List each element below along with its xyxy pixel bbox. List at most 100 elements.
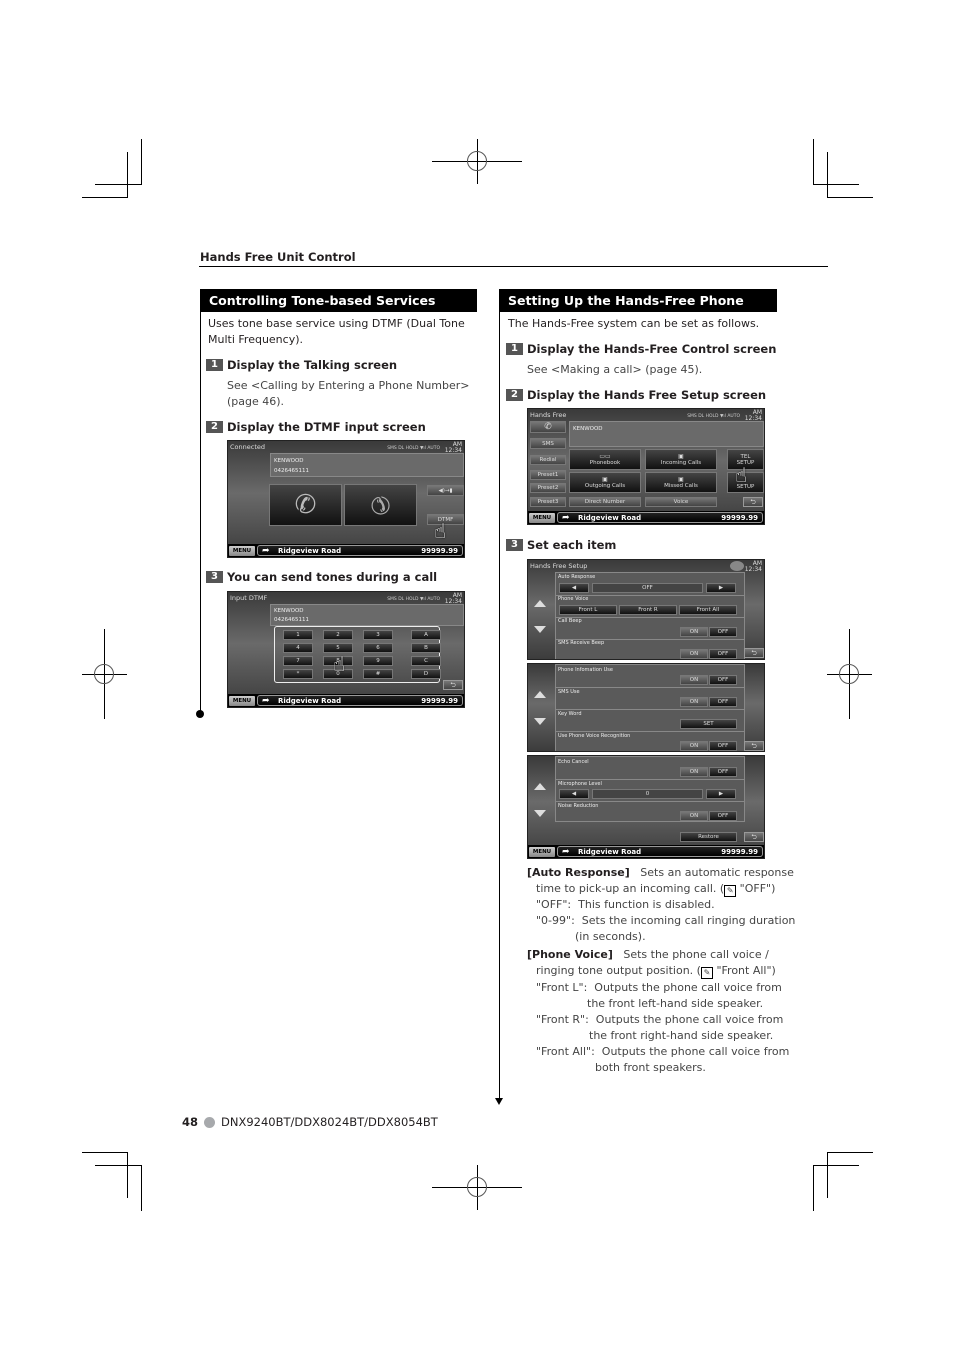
dtmf-key[interactable]: B [411, 643, 441, 653]
menu-button[interactable]: MENU [229, 696, 255, 706]
mic-level-label: Microphone Level [558, 781, 602, 787]
noise-reduction-on[interactable]: ON [680, 811, 708, 821]
scroll-down-icon[interactable] [534, 718, 546, 725]
wrench-icon: ✎ [724, 885, 737, 897]
sms-use-on[interactable]: ON [680, 697, 708, 707]
pointer-hand-icon: ☝ [333, 652, 346, 676]
scroll-up-icon[interactable] [534, 783, 546, 790]
direct-number-button[interactable]: Direct Number [569, 497, 641, 507]
key-word-set-button[interactable]: SET [680, 719, 737, 729]
voice-button[interactable]: Voice [645, 497, 717, 507]
nav-bar: MENU ➦ Ridgeview Road 99999.99 [228, 694, 464, 707]
step-number: 1 [206, 359, 223, 371]
nav-info[interactable]: ➦ Ridgeview Road 99999.99 [557, 512, 763, 523]
echo-cancel-off[interactable]: OFF [709, 767, 737, 777]
sms-use-label: SMS Use [558, 689, 580, 695]
preset2-button[interactable]: Preset2 [530, 483, 566, 493]
step-number: 3 [506, 539, 523, 551]
scroll-down-icon[interactable] [534, 810, 546, 817]
menu-button[interactable]: MENU [529, 847, 555, 857]
row-divider [556, 709, 744, 710]
call-button[interactable]: ✆ [530, 421, 566, 433]
menu-button[interactable]: MENU [529, 513, 555, 523]
mic-level-decrease-button[interactable]: ◀ [559, 789, 589, 799]
back-button[interactable]: ⮌ [743, 497, 763, 507]
dtmf-key[interactable]: A [411, 630, 441, 640]
dtmf-key[interactable]: * [283, 669, 313, 679]
phone-info-use-off[interactable]: OFF [709, 675, 737, 685]
dtmf-key[interactable]: C [411, 656, 441, 666]
back-button[interactable]: ⮌ [744, 832, 764, 842]
phone-voice-front-all[interactable]: Front All [679, 605, 737, 615]
dtmf-key[interactable]: 4 [283, 643, 313, 653]
step-label: Display the Talking screen [227, 358, 398, 372]
auto-response-increase-button[interactable]: ▶ [706, 583, 736, 593]
status-icons: SMS DL HOLD ▼ıl AUTO [687, 414, 740, 419]
dtmf-key[interactable]: 1 [283, 630, 313, 640]
step-label: Display the Hands Free Setup screen [527, 388, 767, 402]
dtmf-key[interactable]: 2 [323, 630, 353, 640]
step-label: Display the Hands-Free Control screen [527, 342, 777, 356]
voice-recognition-off[interactable]: OFF [709, 741, 737, 751]
scroll-down-icon[interactable] [534, 626, 546, 633]
back-button[interactable]: ⮌ [443, 680, 463, 690]
echo-cancel-on[interactable]: ON [680, 767, 708, 777]
term: [Auto Response] [527, 866, 630, 879]
auto-response-label: Auto Response [558, 574, 596, 580]
preset3-button[interactable]: Preset3 [530, 497, 566, 507]
nav-info[interactable]: ➦ Ridgeview Road 99999.99 [557, 846, 763, 857]
redial-button[interactable]: Redial [530, 455, 566, 465]
dtmf-key[interactable]: 6 [363, 643, 393, 653]
noise-reduction-off[interactable]: OFF [709, 811, 737, 821]
button-label: Incoming Calls [660, 460, 702, 466]
section-title-hands-free-setup: Setting Up the Hands-Free Phone [499, 289, 777, 312]
sms-beep-off[interactable]: OFF [709, 649, 737, 659]
voice-recognition-on[interactable]: ON [680, 741, 708, 751]
dtmf-key[interactable]: 7 [283, 656, 313, 666]
preset1-button[interactable]: Preset1 [530, 470, 566, 480]
outgoing-calls-icon: ▣ [602, 476, 608, 483]
back-button[interactable]: ⮌ [744, 648, 764, 658]
auto-response-value: OFF [592, 583, 703, 593]
dtmf-key[interactable]: 3 [363, 630, 393, 640]
restore-button[interactable]: Restore [680, 832, 737, 842]
scroll-up-icon[interactable] [534, 600, 546, 607]
sms-use-off[interactable]: OFF [709, 697, 737, 707]
dtmf-key[interactable]: # [363, 669, 393, 679]
option-text-cont: (in seconds). [575, 930, 646, 943]
section-vertical-rule [499, 312, 500, 1098]
phone-voice-front-l[interactable]: Front L [559, 605, 617, 615]
scroll-up-icon[interactable] [534, 691, 546, 698]
option-text: This function is disabled. [578, 898, 715, 911]
nav-info[interactable]: ➦ Ridgeview Road 99999.99 [257, 545, 463, 556]
voice-recognition-label: Use Phone Voice Recognition [558, 733, 631, 739]
dtmf-key[interactable]: D [411, 669, 441, 679]
phone-info-use-on[interactable]: ON [680, 675, 708, 685]
turn-right-icon: ➦ [562, 847, 570, 857]
option-text-cont: the front right-hand side speaker. [589, 1029, 774, 1042]
phone-voice-front-r[interactable]: Front R [619, 605, 677, 615]
call-beep-on[interactable]: ON [680, 627, 708, 637]
incoming-calls-button[interactable]: ▣ Incoming Calls [645, 449, 717, 470]
menu-button[interactable]: MENU [229, 546, 255, 556]
dtmf-input-screen: Input DTMF SMS DL HOLD ▼ıl AUTO AM 12:34 … [227, 591, 465, 708]
sms-beep-on[interactable]: ON [680, 649, 708, 659]
answer-call-button[interactable]: ✆ [269, 484, 342, 526]
option-text: Sets the incoming call ringing duration [581, 914, 796, 927]
option-text: Outputs the phone call voice from [594, 981, 782, 994]
mic-level-increase-button[interactable]: ▶ [706, 789, 736, 799]
dtmf-key[interactable]: 9 [363, 656, 393, 666]
phone-voice-label: Phone Voice [558, 596, 589, 602]
outgoing-calls-button[interactable]: ▣ Outgoing Calls [569, 472, 641, 493]
sms-button[interactable]: SMS [530, 438, 566, 449]
phonebook-button[interactable]: ▭▭ Phonebook [569, 449, 641, 470]
end-call-button[interactable]: ✆ [344, 484, 417, 526]
back-button[interactable]: ⮌ [744, 741, 764, 751]
audio-switch-button[interactable]: ◀)→▮ [427, 485, 464, 496]
header-rule [199, 266, 828, 267]
call-beep-off[interactable]: OFF [709, 627, 737, 637]
nav-info[interactable]: ➦ Ridgeview Road 99999.99 [257, 695, 463, 706]
option-key: "0-99": [536, 914, 575, 927]
missed-calls-button[interactable]: ▣ Missed Calls [645, 472, 717, 493]
auto-response-decrease-button[interactable]: ◀ [559, 583, 589, 593]
